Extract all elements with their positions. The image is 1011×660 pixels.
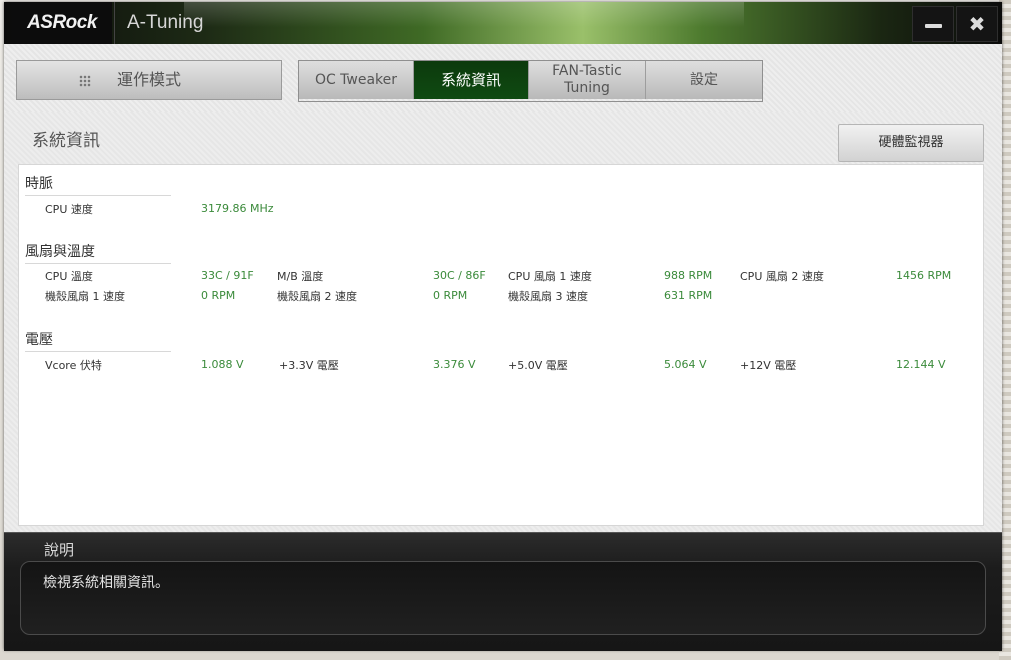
- system-info-table: 時脈 CPU 速度 3179.86 MHz 風扇與溫度 CPU 溫度 33C /…: [18, 164, 984, 526]
- cpu-temp-label: CPU 溫度: [45, 270, 93, 283]
- cpu-fan1-value: 988 RPM: [664, 269, 713, 282]
- chassis-fan1-label: 機殼風扇 1 速度: [45, 290, 125, 303]
- section-divider: [25, 195, 171, 196]
- cpu-fan2-label: CPU 風扇 2 速度: [740, 270, 824, 283]
- v50-label: +5.0V 電壓: [508, 359, 568, 372]
- hardware-monitor-button[interactable]: 硬體監視器: [838, 124, 984, 162]
- main-tabs: OC Tweaker 系統資訊 FAN-Tastic Tuning 設定: [298, 60, 763, 102]
- minimize-button[interactable]: [912, 6, 954, 42]
- section-title: 電壓: [25, 332, 53, 348]
- vcore-label: Vcore 伏特: [45, 359, 102, 372]
- tab-fan-tastic-label: FAN-Tastic Tuning: [552, 63, 622, 96]
- chassis-fan2-label: 機殼風扇 2 速度: [277, 290, 357, 303]
- nav-bar: 運作模式 OC Tweaker 系統資訊 FAN-Tastic Tuning 設…: [4, 44, 1002, 112]
- v12-label: +12V 電壓: [740, 359, 797, 372]
- tab-fan-tastic-tuning[interactable]: FAN-Tastic Tuning: [529, 61, 646, 99]
- mb-temp-value: 30C / 86F: [433, 269, 486, 282]
- cpu-fan2-value: 1456 RPM: [896, 269, 952, 282]
- title-separator: [114, 2, 115, 44]
- vcore-value: 1.088 V: [201, 358, 244, 371]
- asrock-logo: ASRock: [12, 2, 112, 44]
- v33-value: 3.376 V: [433, 358, 476, 371]
- tab-system-info[interactable]: 系統資訊: [414, 61, 529, 99]
- title-bar[interactable]: ASRock A-Tuning ✖: [4, 2, 1002, 44]
- close-button[interactable]: ✖: [956, 6, 998, 42]
- v12-value: 12.144 V: [896, 358, 946, 371]
- tab-oc-tweaker[interactable]: OC Tweaker: [299, 61, 414, 99]
- chassis-fan3-value: 631 RPM: [664, 289, 713, 302]
- cpu-speed-value: 3179.86 MHz: [201, 202, 274, 215]
- description-box: 檢視系統相關資訊。: [20, 561, 986, 635]
- chassis-fan3-label: 機殼風扇 3 速度: [508, 290, 588, 303]
- grid-icon: [79, 75, 91, 87]
- description-text: 檢視系統相關資訊。: [43, 575, 169, 591]
- section-title: 風扇與溫度: [25, 244, 95, 260]
- chassis-fan2-value: 0 RPM: [433, 289, 468, 302]
- section-divider: [25, 351, 171, 352]
- description-title: 說明: [44, 541, 75, 559]
- page-title: 系統資訊: [32, 131, 100, 151]
- description-panel: 說明 檢視系統相關資訊。: [4, 532, 1002, 651]
- app-window: ASRock A-Tuning ✖ 運作模式 OC Tweaker 系統資訊 F…: [4, 2, 1002, 651]
- tab-settings[interactable]: 設定: [646, 61, 762, 99]
- cpu-speed-label: CPU 速度: [45, 203, 93, 216]
- cpu-temp-value: 33C / 91F: [201, 269, 254, 282]
- close-icon: ✖: [968, 12, 986, 36]
- minimize-icon: [925, 24, 942, 28]
- section-voltage: 電壓: [25, 329, 171, 352]
- content-panel: 系統資訊 硬體監視器 時脈 CPU 速度 3179.86 MHz 風扇與溫度 C…: [4, 112, 1002, 532]
- section-divider: [25, 263, 171, 264]
- chassis-fan1-value: 0 RPM: [201, 289, 236, 302]
- section-title: 時脈: [25, 176, 53, 192]
- app-title: A-Tuning: [127, 12, 204, 33]
- mb-temp-label: M/B 溫度: [277, 270, 324, 283]
- v33-label: +3.3V 電壓: [279, 359, 339, 372]
- title-bar-shine: [184, 2, 744, 44]
- operation-mode-button[interactable]: 運作模式: [16, 60, 282, 100]
- operation-mode-label: 運作模式: [117, 70, 182, 89]
- cpu-fan1-label: CPU 風扇 1 速度: [508, 270, 592, 283]
- section-clock: 時脈: [25, 173, 171, 196]
- v50-value: 5.064 V: [664, 358, 707, 371]
- section-fans-temperature: 風扇與溫度: [25, 241, 171, 264]
